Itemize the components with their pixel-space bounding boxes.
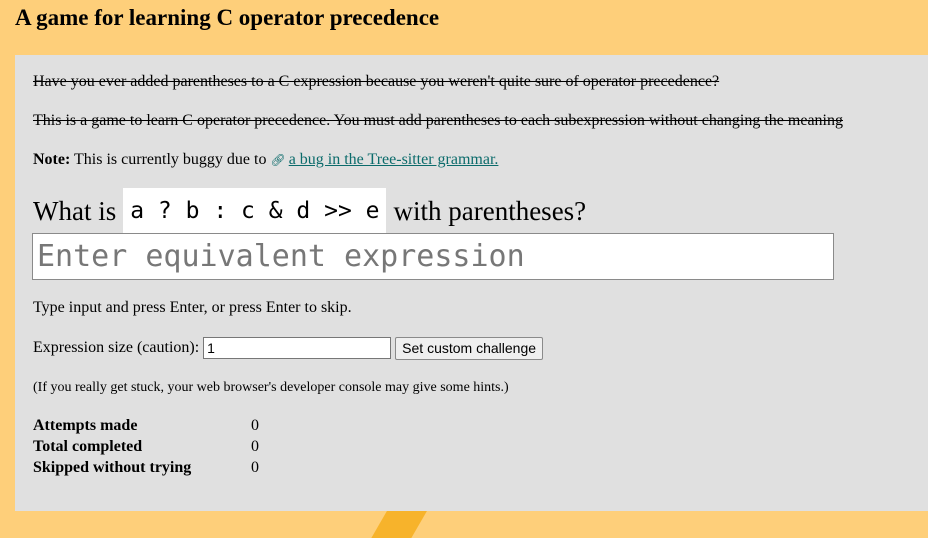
tree-sitter-bug-link[interactable]: 🔗︎ a bug in the Tree-sitter grammar. bbox=[270, 151, 498, 168]
challenge-question: What is a ? b : c & d >> e with parenthe… bbox=[33, 188, 586, 234]
expression-size-row: Expression size (caution): Set custom ch… bbox=[33, 336, 544, 360]
stat-label: Attempts made bbox=[33, 417, 138, 434]
intro-line-1: Have you ever added parentheses to a C e… bbox=[33, 73, 720, 90]
expression-size-label: Expression size (caution): bbox=[33, 339, 200, 356]
bug-note: Note: This is currently buggy due to 🔗︎ a… bbox=[33, 150, 498, 170]
stat-value: 0 bbox=[251, 438, 259, 455]
intro-line-2: This is a game to learn C operator prece… bbox=[33, 112, 843, 129]
stat-label: Total completed bbox=[33, 438, 143, 455]
page-title: A game for learning C operator precedenc… bbox=[15, 5, 440, 30]
answer-input[interactable] bbox=[32, 233, 834, 280]
stat-value: 0 bbox=[251, 417, 259, 434]
note-text: This is currently buggy due to bbox=[74, 151, 267, 168]
stat-value: 0 bbox=[251, 459, 259, 476]
stat-row-skipped: Skipped without trying 0 bbox=[33, 457, 259, 478]
stat-label: Skipped without trying bbox=[33, 459, 192, 476]
question-suffix: with parentheses? bbox=[393, 195, 587, 226]
note-label: Note: bbox=[33, 151, 71, 168]
stats-table: Attempts made 0 Total completed 0 Skippe… bbox=[33, 415, 259, 478]
instructions-text: Type input and press Enter, or press Ent… bbox=[33, 299, 352, 316]
tree-sitter-bug-link-text: a bug in the Tree-sitter grammar. bbox=[288, 151, 499, 168]
challenge-expression: a ? b : c & d >> e bbox=[123, 188, 387, 234]
link-icon: 🔗︎ bbox=[270, 153, 286, 167]
expression-size-input[interactable] bbox=[203, 337, 392, 359]
game-panel: Have you ever added parentheses to a C e… bbox=[15, 55, 928, 511]
question-prefix: What is bbox=[33, 195, 117, 226]
stat-row-completed: Total completed 0 bbox=[33, 436, 259, 457]
stuck-hint: (If you really get stuck, your web brows… bbox=[33, 380, 509, 395]
stat-row-attempts: Attempts made 0 bbox=[33, 415, 259, 436]
set-custom-challenge-button[interactable]: Set custom challenge bbox=[395, 336, 544, 360]
background-stripe bbox=[371, 508, 429, 538]
